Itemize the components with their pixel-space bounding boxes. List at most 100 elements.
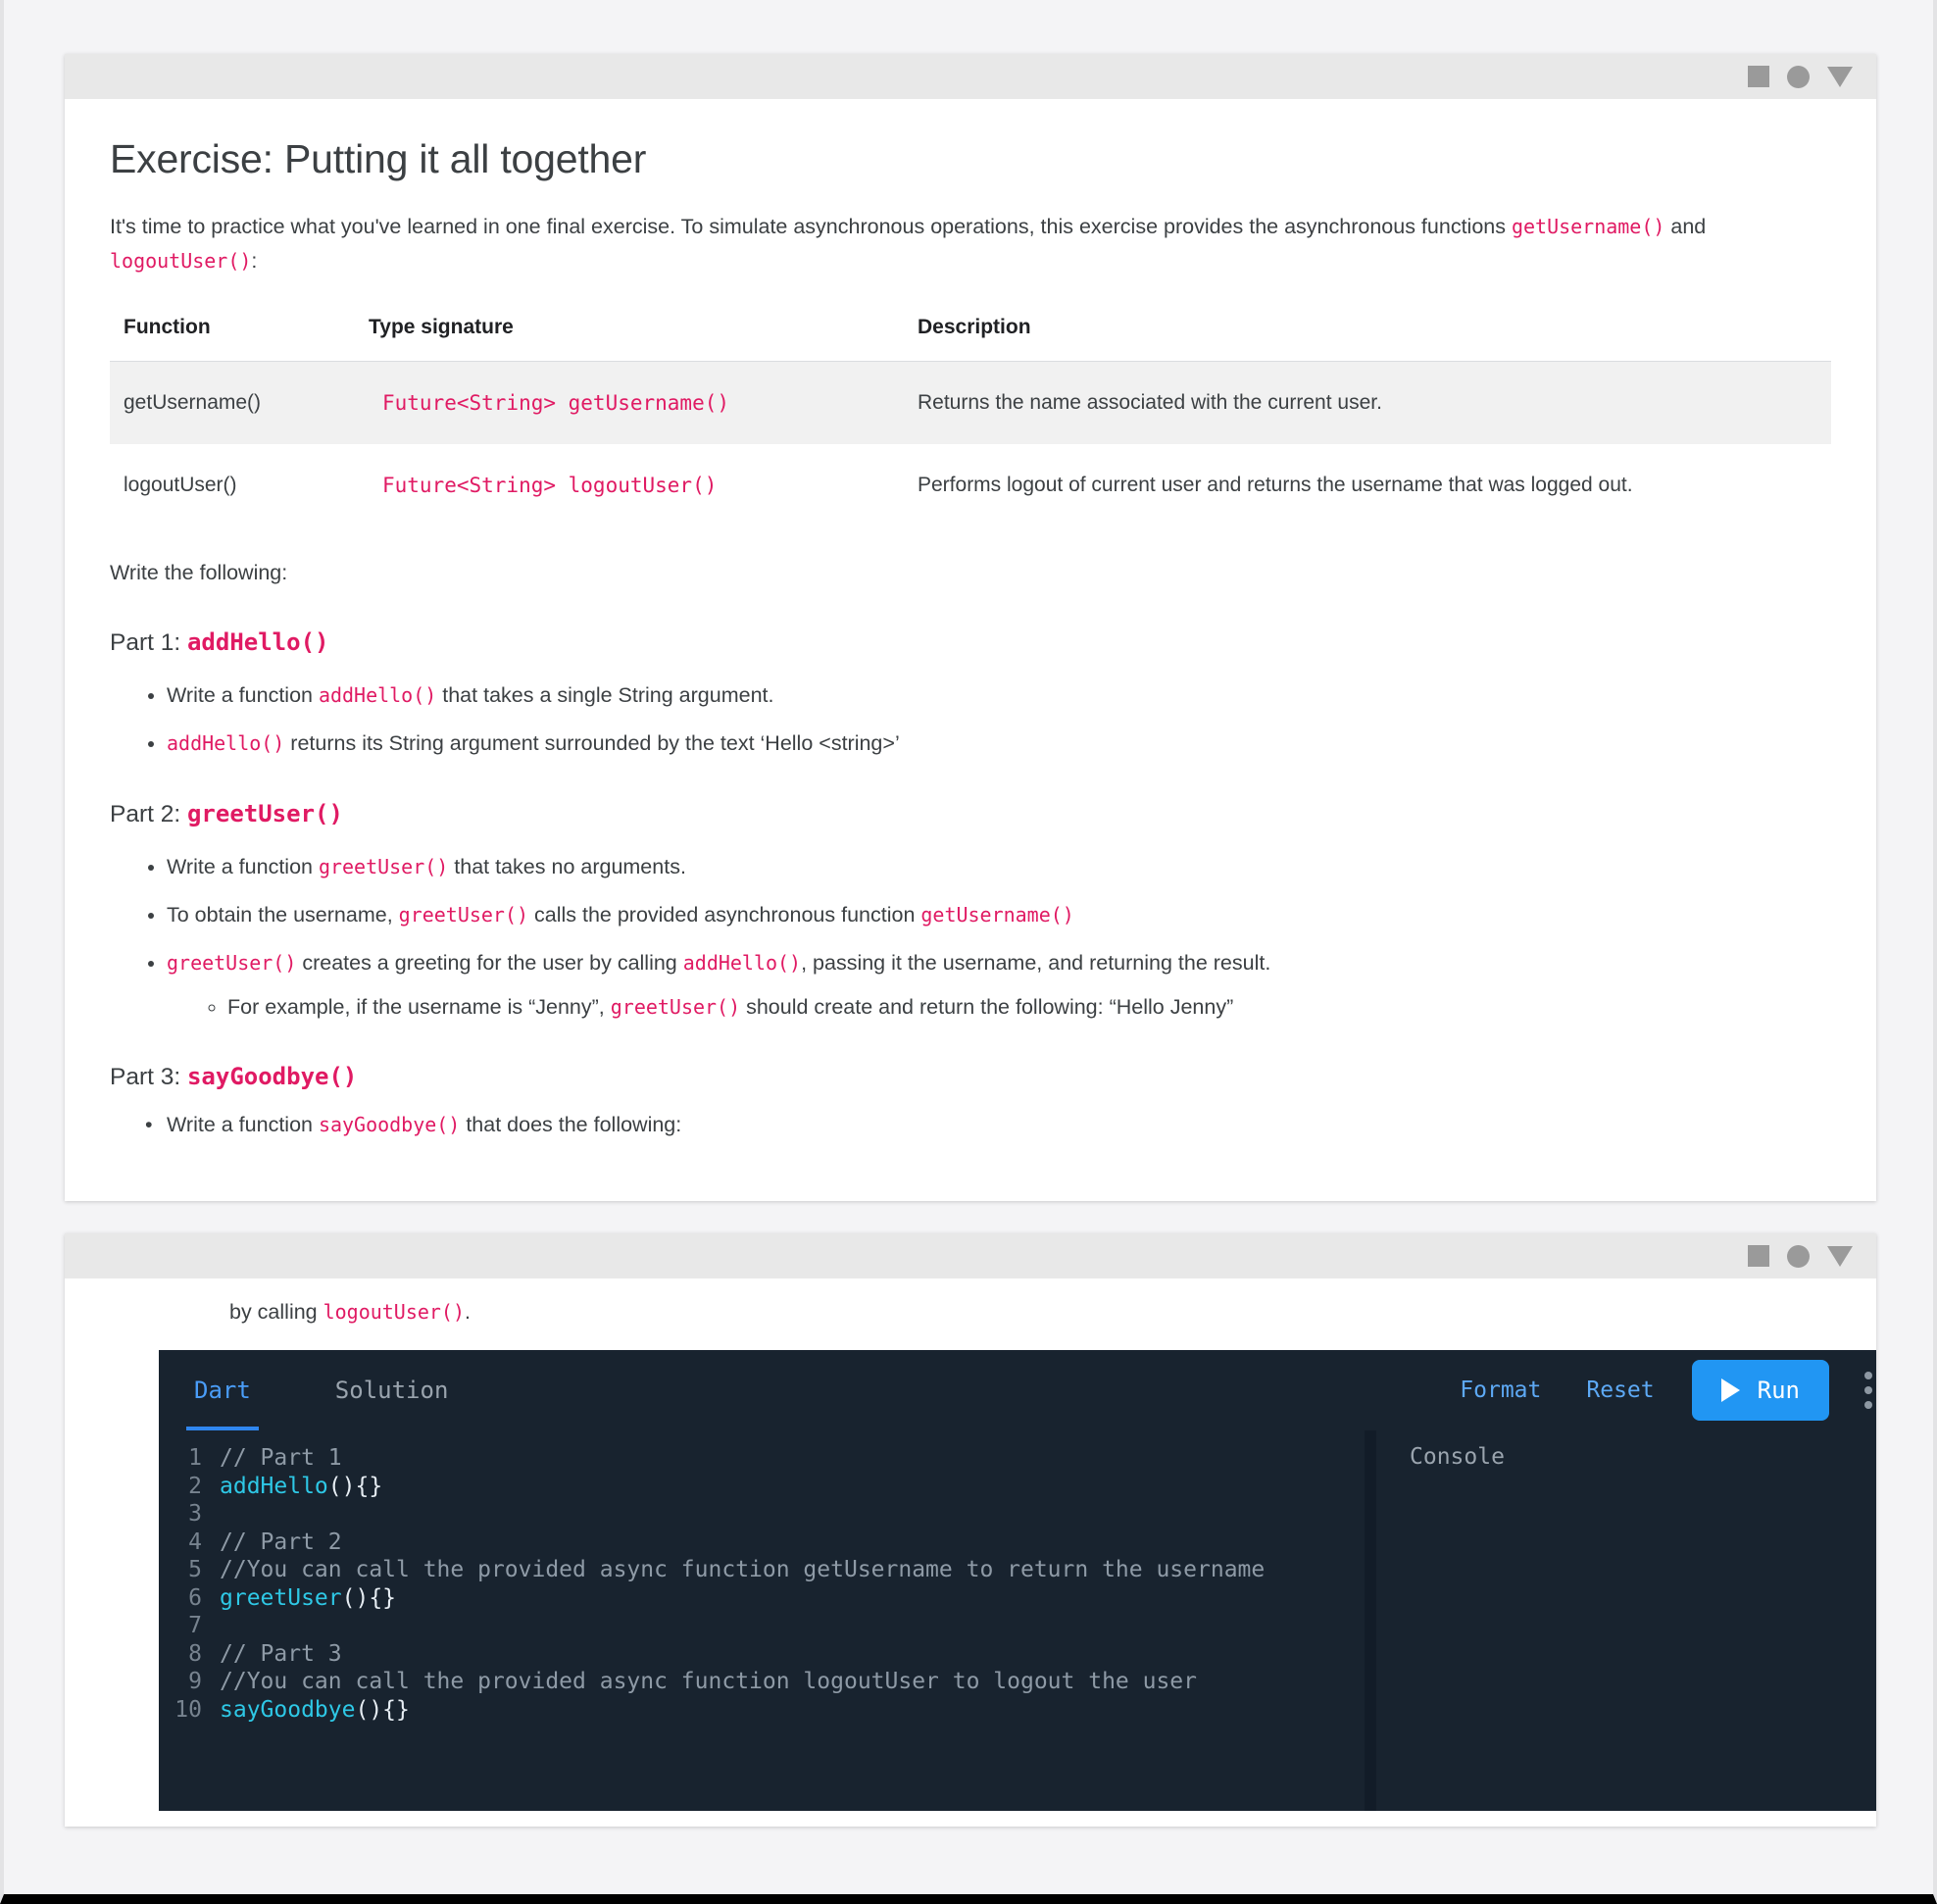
dartpad-embed: Dart Solution Format Reset Run 1 // Part …	[159, 1350, 1876, 1811]
table-header-row: Function Type signature Description	[110, 303, 1831, 362]
editor-window-titlebar	[65, 1233, 1876, 1278]
column-header-signature: Type signature	[355, 303, 904, 362]
line-number: 8	[188, 1640, 202, 1667]
part-3-label: Part 3:	[110, 1064, 187, 1091]
reset-button[interactable]: Reset	[1586, 1378, 1654, 1403]
code-editor[interactable]: 1// Part 1 2 addHello(){} 3 4// Part 2 5/…	[159, 1430, 1365, 1811]
line-number: 6	[188, 1584, 202, 1611]
code-line: 6 greetUser(){}	[159, 1584, 1365, 1613]
line-number: 3	[188, 1501, 202, 1528]
editor-toolbar: Dart Solution Format Reset Run	[159, 1350, 1876, 1430]
code-line: 2 addHello(){}	[159, 1473, 1365, 1501]
subbullet-text-end: should create and return the following: …	[740, 994, 1234, 1019]
document-content: Exercise: Putting it all together It's t…	[65, 99, 1876, 1201]
part-2-function: greetUser()	[186, 800, 343, 828]
code-line: 7	[159, 1612, 1365, 1640]
inline-code: sayGoodbye()	[318, 1113, 461, 1137]
bullet-text-end: that does the following:	[460, 1113, 682, 1137]
write-following-text: Write the following:	[110, 560, 288, 584]
line-number: 10	[174, 1696, 202, 1723]
bullet-text-end: returns its String argument surrounded b…	[284, 731, 900, 756]
play-icon	[1720, 1378, 1740, 1402]
code-line: 5 //You can call the provided async funct…	[159, 1556, 1365, 1584]
code-punctuation: (){}	[355, 1696, 410, 1723]
console-panel: Console	[1376, 1430, 1876, 1811]
line-number: 7	[188, 1613, 202, 1639]
intro-code-getusername: getUsername()	[1511, 215, 1665, 238]
column-header-function: Function	[110, 303, 355, 362]
part-2-heading: Part 2: greetUser()	[110, 800, 1831, 828]
code-line: 1 // Part 1	[159, 1444, 1365, 1473]
code-function-name: sayGoodbye	[220, 1696, 356, 1723]
line-number: 2	[188, 1473, 202, 1499]
code-function-name: addHello	[220, 1473, 328, 1499]
part-3-function: sayGoodbye()	[186, 1063, 358, 1091]
editor-window: by calling logoutUser(). Dart Solution F…	[65, 1233, 1876, 1827]
document-window: Exercise: Putting it all together It's t…	[65, 54, 1876, 1201]
triangle-down-icon[interactable]	[1827, 1245, 1853, 1267]
triangle-down-icon[interactable]	[1827, 66, 1853, 87]
code-punctuation: (){}	[341, 1584, 397, 1611]
tab-solution[interactable]: Solution	[327, 1350, 457, 1430]
kebab-menu-icon[interactable]	[1864, 1372, 1874, 1409]
part-1-function: addHello()	[186, 628, 329, 657]
bullet-text-mid: creates a greeting for the user by calli…	[296, 950, 683, 975]
part-3-heading: Part 3: sayGoodbye()	[110, 1063, 1831, 1091]
table-row: getUsername() Future<String> getUsername…	[110, 361, 1831, 444]
document-window-titlebar	[65, 54, 1876, 99]
cell-function-name: logoutUser()	[124, 473, 237, 496]
bullet-text: To obtain the username,	[167, 902, 399, 927]
part-3-first-bullet-clipped: Write a function sayGoodbye() that does …	[110, 1113, 1831, 1137]
code-comment: // Part 2	[220, 1528, 342, 1555]
code-line: 3	[159, 1500, 1365, 1528]
format-button[interactable]: Format	[1460, 1378, 1541, 1403]
square-icon[interactable]	[1748, 66, 1769, 87]
editor-intro-text: by calling logoutUser().	[65, 1278, 1876, 1350]
inline-code: addHello()	[318, 683, 437, 708]
circle-icon[interactable]	[1787, 65, 1810, 88]
part-2-subbullets: For example, if the username is “Jenny”,…	[167, 990, 1831, 1025]
code-comment: // Part 3	[220, 1640, 342, 1667]
list-item: Write a function greetUser() that takes …	[167, 850, 1831, 884]
bullet-text-end: that takes a single String argument.	[436, 683, 774, 708]
code-comment: //You can call the provided async functi…	[220, 1557, 1266, 1583]
list-item: greetUser() creates a greeting for the u…	[167, 946, 1831, 1025]
run-button[interactable]: Run	[1691, 1360, 1829, 1421]
code-punctuation: (){}	[327, 1473, 383, 1499]
line-number: 9	[188, 1669, 202, 1695]
tab-dart[interactable]: Dart	[186, 1350, 259, 1430]
bullet-text: Write a function	[167, 855, 319, 879]
page-title: Exercise: Putting it all together	[110, 136, 647, 181]
inline-code-logoutuser: logoutUser()	[323, 1300, 465, 1324]
square-icon[interactable]	[1748, 1245, 1769, 1267]
list-item: To obtain the username, greetUser() call…	[167, 898, 1831, 932]
intro-colon: :	[251, 248, 258, 273]
inline-code: greetUser()	[167, 950, 297, 975]
intro-and: and	[1664, 215, 1707, 238]
line-number: 1	[188, 1445, 202, 1471]
intro-text-end: .	[465, 1300, 471, 1324]
editor-console-divider[interactable]	[1365, 1430, 1376, 1811]
intro-code-logoutuser: logoutUser()	[110, 248, 252, 273]
circle-icon[interactable]	[1787, 1244, 1810, 1268]
bullet-text: Write a function	[167, 1113, 319, 1137]
part-1-label: Part 1:	[110, 629, 187, 657]
subbullet-text: For example, if the username is “Jenny”,	[227, 994, 611, 1019]
code-comment: //You can call the provided async functi…	[220, 1669, 1197, 1695]
editor-window-content: by calling logoutUser(). Dart Solution F…	[65, 1278, 1876, 1827]
cell-description: Returns the name associated with the cur…	[918, 390, 1382, 414]
part-1-bullets: Write a function addHello() that takes a…	[110, 678, 1831, 761]
inline-code: greetUser()	[318, 855, 449, 879]
line-number: 4	[188, 1528, 202, 1555]
list-item: For example, if the username is “Jenny”,…	[227, 990, 1831, 1025]
editor-main-area: 1// Part 1 2 addHello(){} 3 4// Part 2 5/…	[159, 1430, 1876, 1811]
cell-function-name: getUsername()	[124, 390, 262, 414]
code-comment: // Part 1	[220, 1445, 342, 1471]
bullet-text: Write a function	[167, 683, 319, 708]
console-label: Console	[1410, 1444, 1505, 1470]
cell-type-signature: Future<String> getUsername()	[382, 390, 730, 415]
run-button-label: Run	[1757, 1377, 1800, 1404]
inline-code-2: getUsername()	[920, 902, 1074, 927]
bullet-text-end: , passing it the username, and returning…	[801, 950, 1271, 975]
cell-description: Performs logout of current user and retu…	[918, 473, 1633, 496]
